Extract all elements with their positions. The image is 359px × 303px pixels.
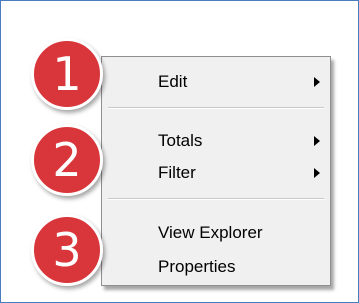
menu-item-label: Edit: [158, 72, 188, 91]
menu-item-label: View Explorer: [158, 223, 263, 242]
menu-separator: [108, 107, 324, 109]
context-menu: Edit Totals Filter View Explorer Propert…: [101, 56, 331, 286]
screenshot-frame: Edit Totals Filter View Explorer Propert…: [0, 0, 359, 303]
menu-separator: [108, 198, 324, 200]
menu-item-edit[interactable]: Edit: [104, 67, 328, 97]
submenu-arrow-icon: [314, 77, 320, 87]
step-badge-2: 2: [31, 124, 103, 196]
submenu-arrow-icon: [314, 136, 320, 146]
menu-item-label: Filter: [158, 163, 196, 182]
menu-item-filter[interactable]: Filter: [104, 158, 328, 188]
submenu-arrow-icon: [314, 168, 320, 178]
menu-item-label: Totals: [158, 131, 203, 150]
step-badge-1: 1: [31, 38, 103, 110]
menu-item-properties[interactable]: Properties: [104, 252, 328, 282]
step-badge-3: 3: [31, 214, 103, 286]
menu-item-view-explorer[interactable]: View Explorer: [104, 218, 328, 248]
menu-item-totals[interactable]: Totals: [104, 126, 328, 156]
menu-item-label: Properties: [158, 257, 236, 276]
